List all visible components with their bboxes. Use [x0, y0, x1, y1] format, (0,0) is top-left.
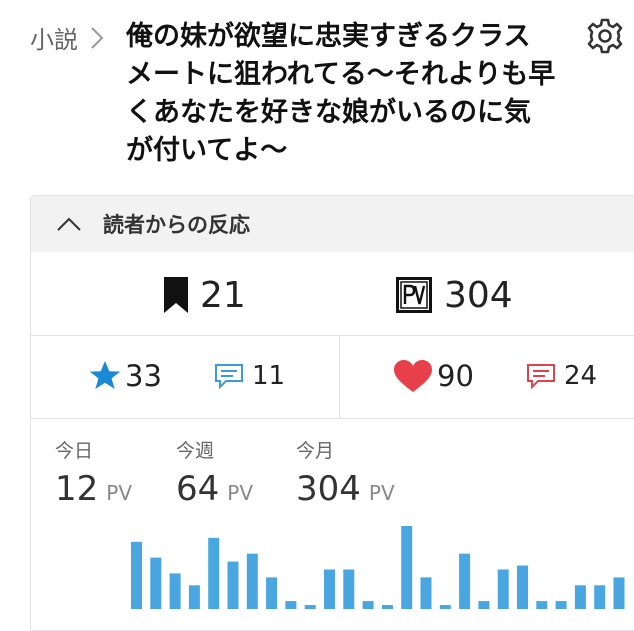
period-value: 304 — [296, 469, 361, 509]
breadcrumb: 小説 — [30, 20, 106, 55]
chart-bar — [574, 585, 586, 609]
chart-bar — [459, 553, 471, 609]
breadcrumb-section[interactable]: 小説 — [30, 20, 78, 55]
period-week: 今週 64 PV — [176, 436, 253, 509]
chart-bar — [343, 569, 355, 609]
period-unit: PV — [368, 481, 395, 505]
chart-bar — [613, 577, 625, 609]
bookmark-icon — [164, 277, 188, 313]
reactions-toggle[interactable]: 読者からの反応 — [31, 196, 634, 252]
bookmark-stat: 21 — [164, 273, 246, 317]
chevron-up-icon — [57, 217, 81, 231]
star-comment-count: 11 — [252, 361, 286, 391]
reactions-heading: 読者からの反応 — [103, 213, 250, 237]
bookmark-count: 21 — [200, 274, 246, 316]
period-today: 今日 12 PV — [55, 436, 132, 509]
chevron-right-icon — [91, 26, 104, 49]
chart-bar — [266, 577, 278, 609]
chart-bar — [324, 569, 335, 609]
reader-reactions-panel: 読者からの反応 21 304 33 11 90 24 今日 12 PV 今週 6… — [30, 195, 634, 631]
gear-icon[interactable] — [585, 16, 625, 56]
chart-bar — [304, 605, 316, 609]
totals-row: 21 304 — [31, 253, 634, 336]
daily-pv-bar-chart — [131, 526, 625, 609]
period-stats: 今日 12 PV 今週 64 PV 今月 304 PV — [31, 436, 634, 516]
heart-icon — [394, 360, 432, 392]
heart-comment-stat[interactable]: 24 — [526, 358, 597, 394]
period-label: 今月 — [296, 440, 335, 462]
chart-bar — [246, 553, 258, 609]
chart-bar — [497, 569, 509, 609]
star-comment-stat[interactable]: 11 — [214, 358, 285, 394]
chart-bar — [594, 585, 606, 609]
chart-bar — [381, 605, 393, 609]
star-count: 33 — [125, 359, 162, 393]
comment-icon — [215, 364, 243, 389]
period-value: 12 — [55, 469, 99, 509]
chart-bar — [401, 526, 413, 609]
header: 小説 俺の妹が欲望に忠実すぎるクラスメートに狙われてる〜それよりも早くあなたを好… — [0, 0, 634, 180]
period-label: 今週 — [176, 440, 215, 462]
chart-bar — [478, 601, 490, 609]
chart-bar — [150, 557, 162, 609]
chart-bar — [536, 601, 548, 609]
novel-title: 俺の妹が欲望に忠実すぎるクラスメートに狙われてる〜それよりも早くあなたを好きな娘… — [126, 21, 556, 166]
star-icon — [89, 361, 121, 389]
chart-bar — [362, 601, 374, 609]
heart-comment-count: 24 — [564, 361, 598, 391]
period-label: 今日 — [55, 440, 94, 462]
chart-bar — [208, 537, 220, 609]
pageview-stat: 304 — [396, 273, 513, 317]
period-month: 今月 304 PV — [296, 436, 395, 509]
chart-bar — [188, 585, 200, 609]
reactions-row: 33 11 90 24 — [31, 336, 634, 419]
chart-bar — [420, 577, 432, 609]
chart-bar — [227, 561, 239, 609]
chart-bar — [439, 605, 451, 609]
pv-icon — [396, 277, 432, 313]
chart-bar — [555, 601, 567, 609]
period-unit: PV — [227, 481, 254, 505]
chart-bar — [517, 565, 528, 609]
comment-icon — [527, 364, 555, 389]
period-unit: PV — [106, 481, 133, 505]
chart-bar — [169, 573, 181, 609]
period-value: 64 — [176, 469, 220, 509]
star-stat[interactable]: 33 — [89, 358, 162, 394]
divider — [339, 336, 340, 418]
chart-bar — [285, 601, 297, 609]
heart-count: 90 — [437, 359, 474, 393]
heart-stat[interactable]: 90 — [393, 358, 474, 394]
chart-bar — [131, 541, 142, 609]
pageview-count: 304 — [444, 274, 513, 316]
